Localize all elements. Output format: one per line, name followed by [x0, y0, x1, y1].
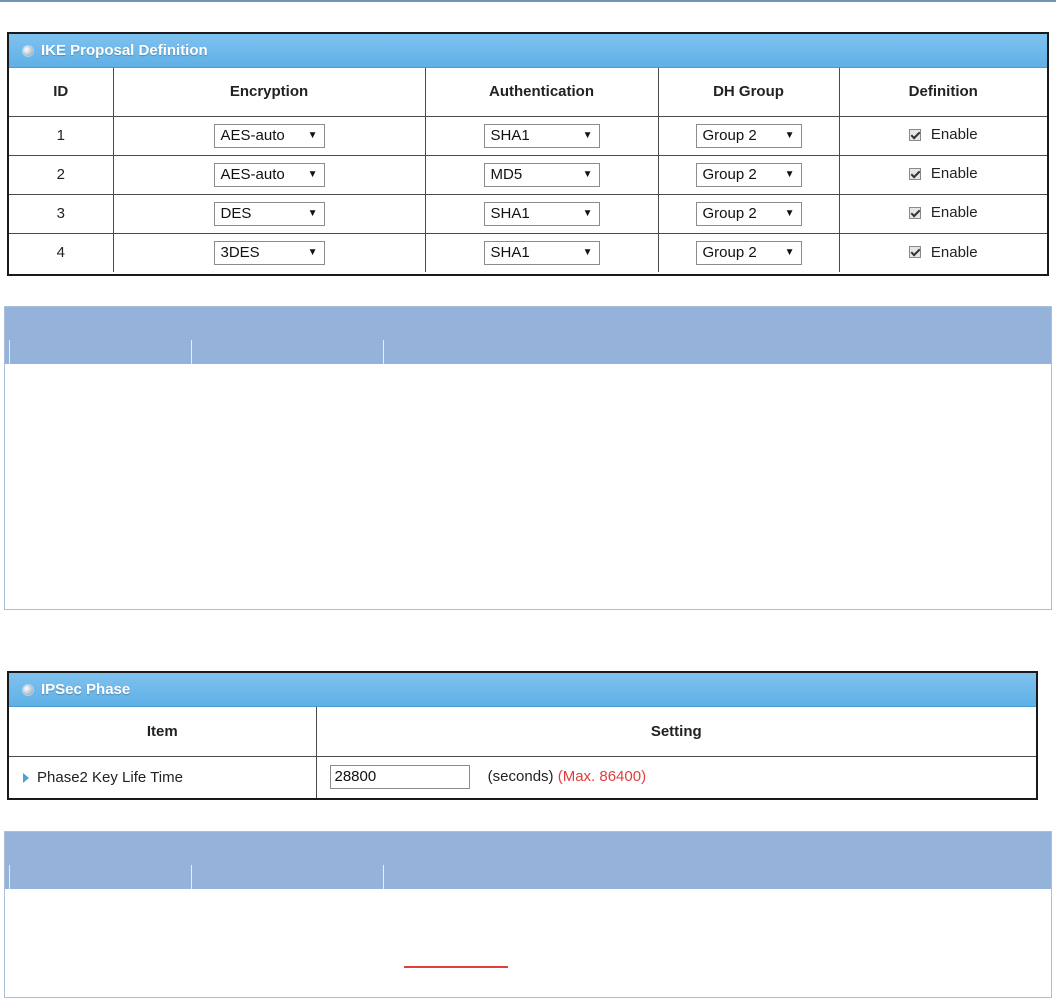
dropdown-arrow-icon: ▼ — [784, 169, 795, 180]
ike-proposal-title: IKE Proposal Definition — [41, 42, 208, 59]
dropdown-arrow-icon: ▼ — [307, 247, 318, 259]
authentication-select[interactable]: MD5 ▼ — [483, 162, 600, 187]
dropdown-arrow-icon: ▼ — [582, 208, 593, 219]
dropdown-arrow-icon: ▼ — [307, 130, 318, 141]
enable-label: Enable — [930, 204, 978, 222]
dh-group-select[interactable]: Group 2 ▼ — [695, 123, 802, 148]
expand-arrow-icon — [23, 772, 29, 783]
column-divider — [383, 340, 384, 364]
dh-group-select[interactable]: Group 2 ▼ — [695, 162, 802, 187]
dropdown-arrow-icon: ▼ — [784, 247, 795, 259]
col-header-setting: Setting — [315, 707, 1036, 757]
table-header-row: Item Setting — [9, 707, 1036, 757]
ipsec-phase-panel: IPSec Phase Item Setting Phase2 Key Life… — [7, 671, 1038, 800]
col-header-authentication: Authentication — [424, 68, 659, 117]
key-life-time-input[interactable]: 28800 — [329, 765, 470, 790]
column-divider — [191, 340, 192, 364]
ike-proposal-table: ID Encryption Authentication DH Group De… — [9, 68, 1047, 272]
authentication-select[interactable]: SHA1 ▼ — [483, 123, 600, 148]
dropdown-arrow-icon: ▼ — [307, 208, 318, 219]
enable-label: Enable — [930, 165, 978, 183]
dh-group-select[interactable]: Group 2 ▼ — [695, 240, 802, 265]
unit-label: (seconds) — [487, 768, 554, 786]
description-block — [4, 831, 1052, 998]
enable-checkbox[interactable] — [908, 246, 921, 258]
dropdown-arrow-icon: ▼ — [784, 208, 795, 219]
dh-group-select[interactable]: Group 2 ▼ — [695, 201, 802, 226]
table-row: 3 DES ▼ SHA1 ▼ Group 2 ▼ Enable — [9, 193, 1047, 234]
col-header-dh-group: DH Group — [657, 68, 840, 117]
col-header-definition: Definition — [838, 68, 1047, 117]
enable-checkbox[interactable] — [908, 167, 921, 180]
ike-proposal-panel: IKE Proposal Definition ID Encryption Au… — [7, 32, 1049, 276]
column-divider — [9, 340, 10, 364]
column-divider — [191, 865, 192, 889]
dropdown-arrow-icon: ▼ — [784, 130, 795, 141]
dropdown-arrow-icon: ▼ — [582, 247, 593, 259]
dropdown-arrow-icon: ▼ — [307, 169, 318, 180]
table-header-row: ID Encryption Authentication DH Group De… — [9, 68, 1047, 117]
description-block — [4, 306, 1052, 610]
description-block-header — [5, 832, 1051, 889]
column-divider — [9, 865, 10, 889]
authentication-select[interactable]: SHA1 ▼ — [483, 240, 600, 265]
encryption-select[interactable]: DES ▼ — [213, 201, 325, 226]
column-divider — [383, 865, 384, 889]
ike-proposal-header: IKE Proposal Definition — [9, 34, 1047, 68]
encryption-select[interactable]: AES-auto ▼ — [213, 162, 325, 187]
table-row: 2 AES-auto ▼ MD5 ▼ Group 2 ▼ Enable — [9, 154, 1047, 195]
row-id: 2 — [9, 154, 114, 195]
table-row: 1 AES-auto ▼ SHA1 ▼ Group 2 ▼ Enable — [9, 115, 1047, 156]
red-underline-mark — [404, 966, 508, 968]
enable-label: Enable — [930, 126, 978, 144]
col-header-id: ID — [9, 68, 114, 117]
row-id: 1 — [9, 115, 114, 156]
bullet-icon — [23, 684, 33, 695]
enable-label: Enable — [930, 243, 978, 261]
item-label: Phase2 Key Life Time — [37, 768, 183, 786]
row-id: 4 — [9, 232, 114, 272]
authentication-select[interactable]: SHA1 ▼ — [483, 201, 600, 226]
encryption-select[interactable]: 3DES ▼ — [213, 240, 325, 265]
table-row: 4 3DES ▼ SHA1 ▼ Group 2 ▼ Enable — [9, 232, 1047, 272]
col-header-encryption: Encryption — [112, 68, 426, 117]
top-divider-line — [0, 0, 1056, 2]
max-note: (Max. 86400) — [557, 768, 647, 786]
ipsec-phase-header: IPSec Phase — [9, 673, 1036, 707]
encryption-select[interactable]: AES-auto ▼ — [213, 123, 325, 148]
dropdown-arrow-icon: ▼ — [582, 130, 593, 141]
ipsec-phase-title: IPSec Phase — [41, 681, 131, 698]
enable-checkbox[interactable] — [908, 128, 921, 141]
bullet-icon — [23, 45, 33, 56]
table-row: Phase2 Key Life Time 28800 (seconds) (Ma… — [9, 755, 1036, 798]
col-header-item: Item — [9, 707, 317, 757]
description-block-header — [5, 307, 1051, 364]
row-id: 3 — [9, 193, 114, 234]
dropdown-arrow-icon: ▼ — [582, 169, 593, 180]
ipsec-phase-table: Item Setting Phase2 Key Life Time 28800 … — [9, 707, 1036, 798]
enable-checkbox[interactable] — [908, 206, 921, 219]
